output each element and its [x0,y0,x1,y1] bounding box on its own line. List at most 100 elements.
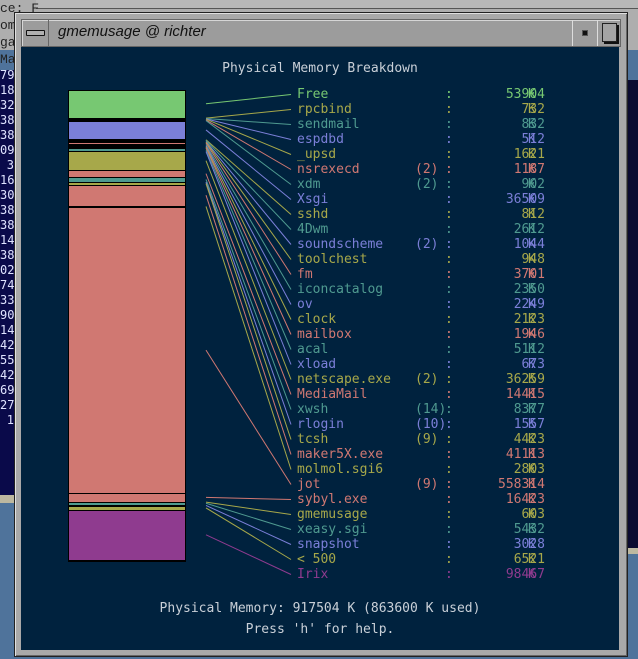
process-list: Free:53904 Krpcbind:732 Ksendmail:832 Kespd… [297,87,597,582]
process-name: netscape.exe [297,372,391,387]
process-row: MediaMail: 14415 K [297,387,597,402]
process-row: espdbd:512 K [297,132,597,147]
process-name: sendmail [297,117,360,132]
process-name: rpcbind [297,102,352,117]
memory-unit: K [528,552,536,567]
process-name: Xsgi [297,192,329,207]
process-row: gmemusage:603 K [297,507,597,522]
separator: : [445,507,453,522]
process-memory: 36259 [505,372,545,387]
memory-unit: K [528,402,536,417]
process-row: Free: 53904 K [297,87,597,102]
connector-line [205,109,292,119]
connector-line [205,206,292,470]
process-row: iconcatalog:2350 K [297,282,597,297]
separator: : [445,447,453,462]
help-hint: Press 'h' for help. [245,622,395,637]
connector-line [205,173,292,395]
connector-line [205,145,292,305]
connector-line [205,502,292,530]
process-row: xdm (2):902 K [297,177,597,192]
process-name: mailbox [297,327,352,342]
process-row: _upsd:1621 K [297,147,597,162]
maximize-button[interactable] [597,20,621,46]
window-title: gmemusage @ richter [58,23,206,40]
separator: : [445,162,453,177]
separator: : [445,387,453,402]
memory-breakdown-panel: Physical Memory Breakdown Free:53904 Krpc… [21,47,619,650]
memory-unit: K [528,222,536,237]
separator: : [445,222,453,237]
process-row: netscape.exe (2): 36259 K [297,372,597,387]
memory-unit: K [528,147,536,162]
process-count: (14) [415,402,447,417]
process-row: sshd:812 K [297,207,597,222]
process-name: molmol.sgi6 [297,462,384,477]
process-row: soundscheme (2):1044 K [297,237,597,252]
memory-unit: K [528,492,536,507]
connector-line [205,501,292,515]
memory-unit: K [528,357,536,372]
process-row: sendmail:832 K [297,117,597,132]
separator: : [445,552,453,567]
connector-line [205,349,292,485]
maximize-icon [602,23,617,42]
process-name: MediaMail [297,387,368,402]
separator: : [445,132,453,147]
process-row: xwsh (14):8377 K [297,402,597,417]
separator: : [445,207,453,222]
process-name: fm [297,267,313,282]
physical-memory-summary: Physical Memory: 917504 K (863600 K used… [159,601,481,616]
process-name: _upsd [297,147,337,162]
separator: : [445,537,453,552]
process-memory: 14415 [505,387,545,402]
process-name: sybyl.exe [297,492,368,507]
process-row: toolchest:948 K [297,252,597,267]
connector-line [205,504,292,545]
process-row: ov:2249 K [297,297,597,312]
connector-line [205,181,292,425]
process-count: (2) [415,237,439,252]
memory-unit: K [528,387,536,402]
separator: : [445,372,453,387]
process-memory: 53904 [505,87,545,102]
memory-unit: K [528,117,536,132]
separator: : [445,267,453,282]
separator: : [445,327,453,342]
process-name: xload [297,357,337,372]
memory-unit: K [528,567,536,582]
process-count: (9) [415,477,439,492]
process-row: clock:2123 K [297,312,597,327]
memory-unit: K [528,342,536,357]
process-row: jot (9): 558314 K [297,477,597,492]
process-row: rpcbind:732 K [297,102,597,117]
connector-line [205,496,292,500]
process-row: < 500:6521 K [297,552,597,567]
window-menu-button[interactable] [22,20,49,46]
separator: : [445,117,453,132]
separator: : [445,282,453,297]
memory-unit: K [528,207,536,222]
gmemusage-window[interactable]: gmemusage @ richter Physical Memory Brea… [14,12,628,657]
process-name: clock [297,312,337,327]
memory-unit: K [528,162,536,177]
separator: : [445,87,453,102]
memory-unit: K [528,372,536,387]
connector-line [205,183,292,440]
process-name: gmemusage [297,507,368,522]
separator: : [445,522,453,537]
connector-line [205,139,292,215]
process-name: nsrexecd [297,162,360,177]
separator: : [445,312,453,327]
process-name: tcsh [297,432,329,447]
separator: : [445,102,453,117]
title-bar[interactable]: gmemusage @ richter [21,19,621,47]
minimize-button[interactable] [572,20,598,46]
memory-unit: K [528,102,536,117]
separator: : [445,357,453,372]
separator: : [445,432,453,447]
memory-unit: K [528,327,536,342]
process-name: ov [297,297,313,312]
window-menu-icon [26,30,45,36]
connector-line [205,151,292,365]
